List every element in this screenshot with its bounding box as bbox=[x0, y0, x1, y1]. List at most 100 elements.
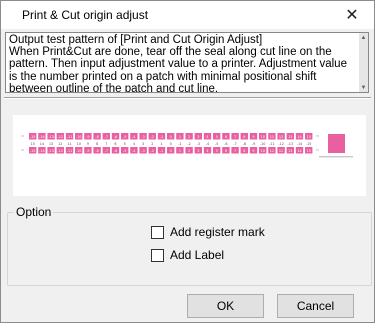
middle-scale-label: 2 bbox=[151, 142, 153, 146]
bottom-row-patch-number: -13 bbox=[48, 149, 54, 153]
bottom-row-patch-number: 10 bbox=[261, 149, 265, 153]
middle-scale-label: -7 bbox=[233, 142, 236, 146]
top-row-patch-number: -2 bbox=[151, 135, 154, 139]
middle-scale-label: 10 bbox=[77, 142, 81, 146]
bottom-row-patch-number: -4 bbox=[132, 149, 135, 153]
bottom-row-patch-number: 9 bbox=[252, 149, 254, 153]
bottom-row-patch-number: -12 bbox=[58, 149, 64, 153]
middle-scale-label: -4 bbox=[206, 142, 209, 146]
middle-scale-label: -14 bbox=[297, 142, 303, 146]
description-scrollbar[interactable]: ▲ ▼ bbox=[359, 33, 368, 92]
bottom-row-patch-number: -14 bbox=[39, 149, 45, 153]
bottom-row-patch-number: 3 bbox=[197, 149, 199, 153]
bottom-row-patch-number: -11 bbox=[67, 149, 73, 153]
cancel-button[interactable]: Cancel bbox=[277, 294, 354, 318]
top-row-patch-number: -5 bbox=[123, 135, 126, 139]
middle-scale-label: -9 bbox=[252, 142, 255, 146]
middle-scale-label: -2 bbox=[187, 142, 190, 146]
option-group-label: Option bbox=[14, 205, 54, 219]
top-row-patch-number: -10 bbox=[76, 135, 82, 139]
bottom-row-patch-number: 11 bbox=[270, 149, 274, 153]
bottom-row-patch-number: 13 bbox=[288, 149, 292, 153]
description-box[interactable]: Output test pattern of [Print and Cut Or… bbox=[5, 32, 369, 93]
bottom-row-patch-number: 15 bbox=[307, 149, 311, 153]
middle-scale-label: 6 bbox=[114, 142, 116, 146]
register-square-patch bbox=[328, 134, 345, 153]
top-row-patch-number: 13 bbox=[288, 135, 292, 139]
top-row-patch-number: -12 bbox=[58, 135, 64, 139]
middle-scale-label: -11 bbox=[269, 142, 275, 146]
middle-scale-label: -3 bbox=[197, 142, 200, 146]
add-label-label: Add Label bbox=[170, 248, 225, 262]
close-button[interactable]: ✕ bbox=[330, 1, 374, 29]
bottom-row-patch-number: 5 bbox=[216, 149, 218, 153]
middle-scale-label: 0 bbox=[170, 142, 172, 146]
top-row-patch-number: -9 bbox=[86, 135, 89, 139]
register-mark-checkbox-box[interactable] bbox=[151, 225, 164, 239]
top-row-patch-number: -7 bbox=[105, 135, 108, 139]
title-bar: Print & Cut origin adjust ✕ bbox=[1, 1, 374, 29]
ok-button[interactable]: OK bbox=[187, 294, 264, 318]
top-row-patch-number: -11 bbox=[67, 135, 73, 139]
bottom-row-patch-number: 7 bbox=[234, 149, 236, 153]
middle-scale-label: -15 bbox=[306, 142, 312, 146]
add-label-checkbox-box[interactable] bbox=[151, 248, 164, 262]
middle-scale-label: -8 bbox=[243, 142, 246, 146]
middle-scale-label: 15 bbox=[31, 142, 35, 146]
add-label-checkbox[interactable]: Add Label bbox=[151, 248, 224, 262]
top-row-patch-number: 12 bbox=[279, 135, 283, 139]
test-pattern-preview: -15 -14 -13 -12 -11 -10 -9 -8 -7 -6 -5 -4 -3 -2 -1 0 1 2 3… bbox=[13, 115, 366, 196]
middle-scale-label: 7 bbox=[105, 142, 107, 146]
bottom-row-patch-number: 0 bbox=[170, 149, 172, 153]
middle-scale-label: -6 bbox=[224, 142, 227, 146]
top-row-patch-number: 9 bbox=[252, 135, 254, 139]
bottom-row-patch-number: -6 bbox=[114, 149, 117, 153]
middle-scale-label: 13 bbox=[49, 142, 53, 146]
bottom-row-patch-number: -15 bbox=[30, 149, 36, 153]
top-row-patch-number: 8 bbox=[243, 135, 245, 139]
top-row-patch-number: -8 bbox=[95, 135, 98, 139]
bottom-row-patch-number: -1 bbox=[160, 149, 163, 153]
add-register-mark-checkbox[interactable]: Add register mark bbox=[151, 225, 265, 239]
top-row-patch-number: 4 bbox=[206, 135, 208, 139]
middle-scale-label: -10 bbox=[260, 142, 266, 146]
middle-scale-label: 9 bbox=[87, 142, 89, 146]
window-title: Print & Cut origin adjust bbox=[22, 8, 149, 22]
top-row-patch-number: 1 bbox=[179, 135, 181, 139]
small-caption-line bbox=[319, 156, 353, 158]
top-row-patch-number: 5 bbox=[216, 135, 218, 139]
top-row-patch-number: -6 bbox=[114, 135, 117, 139]
top-row-patch-number: -15 bbox=[30, 135, 36, 139]
top-row-patch-number: -13 bbox=[48, 135, 54, 139]
middle-scale-label: 8 bbox=[96, 142, 98, 146]
bottom-row-patch-number: -2 bbox=[151, 149, 154, 153]
middle-scale-label: 3 bbox=[142, 142, 144, 146]
top-row-patch-number: -14 bbox=[39, 135, 45, 139]
bottom-row-patch-number: -5 bbox=[123, 149, 126, 153]
scroll-up-icon[interactable]: ▲ bbox=[359, 33, 368, 42]
middle-scale-label: -13 bbox=[288, 142, 294, 146]
description-text: Output test pattern of [Print and Cut Or… bbox=[9, 34, 347, 93]
bottom-row-patch-number: -9 bbox=[86, 149, 89, 153]
top-row-patch-number: -4 bbox=[132, 135, 135, 139]
middle-scale-label: 5 bbox=[124, 142, 126, 146]
middle-scale-label: 1 bbox=[160, 142, 162, 146]
dialog-window: Print & Cut origin adjust ✕ Output test … bbox=[0, 0, 375, 323]
middle-scale-label: -12 bbox=[278, 142, 284, 146]
bottom-row-patch-number: 1 bbox=[179, 149, 181, 153]
bottom-row-patch-number: -3 bbox=[141, 149, 144, 153]
bottom-row-patch-number: 6 bbox=[225, 149, 227, 153]
register-mark-label: Add register mark bbox=[170, 225, 265, 239]
top-row-patch-number: -3 bbox=[141, 135, 144, 139]
scroll-down-icon[interactable]: ▼ bbox=[359, 83, 368, 92]
close-icon: ✕ bbox=[345, 7, 359, 24]
middle-scale-label: -1 bbox=[178, 142, 181, 146]
bottom-row-patch-number: -10 bbox=[76, 149, 82, 153]
test-pattern-image: -15 -14 -13 -12 -11 -10 -9 -8 -7 -6 -5 -4 -3 -2 -1 0 1 2 3… bbox=[21, 133, 353, 158]
middle-scale-label: 12 bbox=[58, 142, 62, 146]
middle-scale-label: -5 bbox=[215, 142, 218, 146]
top-row-patch-number: 15 bbox=[307, 135, 311, 139]
bottom-row-patch-number: 14 bbox=[297, 149, 301, 153]
top-row-patch-number: 3 bbox=[197, 135, 199, 139]
bottom-row-patch-number: -7 bbox=[105, 149, 108, 153]
